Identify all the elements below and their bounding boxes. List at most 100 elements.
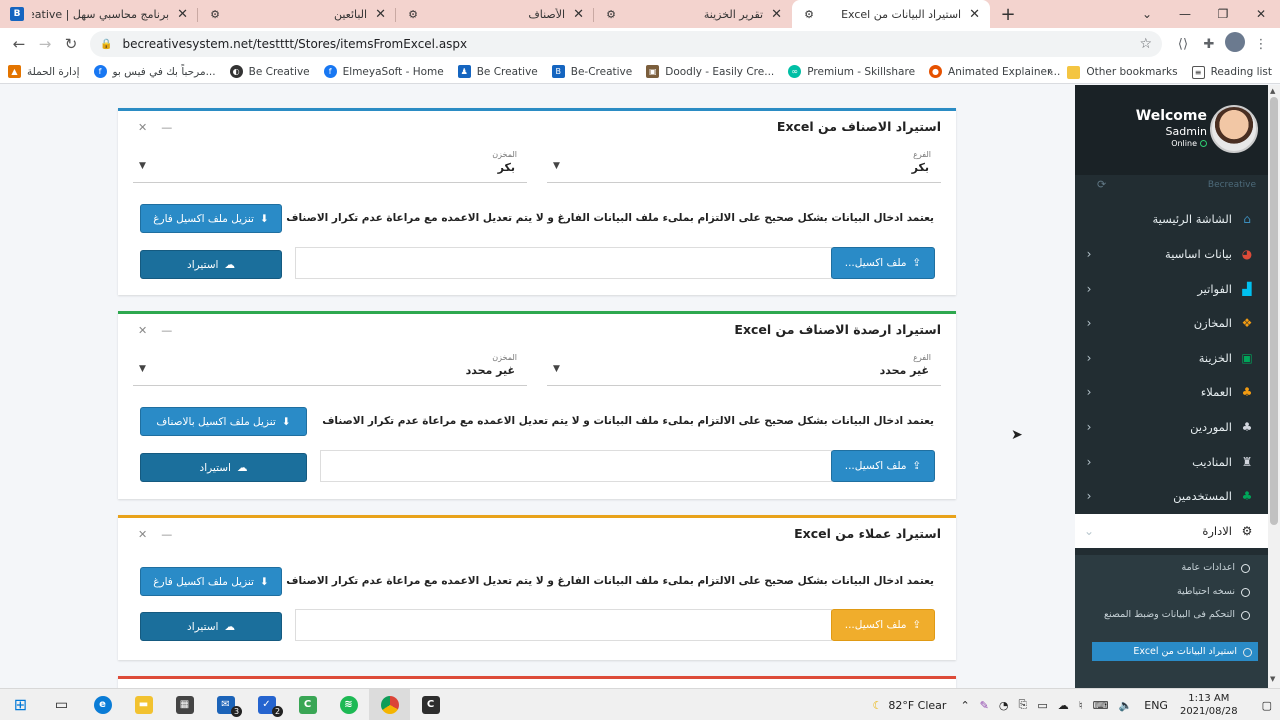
url-input[interactable]: 🔒 becreativesystem.net/testttt/Stores/it… xyxy=(90,31,1162,57)
close-icon[interactable]: ✕ xyxy=(573,7,584,22)
store-icon[interactable]: ▦ xyxy=(164,689,205,720)
choose-excel-file-button[interactable]: ⇪ ملف اكسيل... xyxy=(831,450,935,482)
download-items-excel-button[interactable]: ⬇ تنزيل ملف اكسيل بالاصناف xyxy=(140,407,307,436)
task-view-icon[interactable]: ▭ xyxy=(41,689,82,720)
branch-select[interactable]: الفرع بكر ▼ xyxy=(547,150,941,183)
submenu-item-backup[interactable]: نسخه احتياطية xyxy=(1090,586,1250,597)
reload-icon[interactable]: ↻ xyxy=(58,35,84,53)
puzzle-icon[interactable]: ✚ xyxy=(1196,37,1222,52)
scroll-up-icon[interactable]: ▲ xyxy=(1270,87,1275,95)
edge-icon[interactable]: e xyxy=(82,689,123,720)
usb-icon[interactable]: ⎘ xyxy=(1019,698,1028,712)
forward-icon[interactable]: → xyxy=(32,35,58,53)
pen-icon[interactable]: ✎ xyxy=(980,699,989,712)
camtasia-recorder-icon[interactable]: C xyxy=(410,689,451,720)
sidebar-item-stores[interactable]: ❖ المخازن ‹ xyxy=(1075,306,1268,340)
clock[interactable]: 1:13 AM 2021/08/28 xyxy=(1180,692,1238,718)
new-tab-icon[interactable]: + xyxy=(994,4,1022,25)
collapse-icon[interactable]: — xyxy=(161,121,172,134)
browser-tab[interactable]: ⚙ البائعين ✕ xyxy=(198,0,396,28)
close-icon[interactable]: ✕ xyxy=(771,7,782,22)
scroll-down-icon[interactable]: ▼ xyxy=(1270,675,1275,683)
other-bookmarks[interactable]: Other bookmarks xyxy=(1067,65,1178,79)
bookmark-item[interactable]: ∞ Premium - Skillshare xyxy=(788,65,915,78)
collapse-icon[interactable]: — xyxy=(161,528,172,541)
collapse-icon[interactable]: — xyxy=(161,324,172,337)
file-path-input[interactable] xyxy=(295,609,832,641)
download-empty-excel-button[interactable]: ⬇ تنزيل ملف اكسيل فارغ xyxy=(140,204,282,233)
submenu-item-data-control[interactable]: التحكم فى البيانات وضبط المصنع xyxy=(1090,609,1250,620)
remove-icon[interactable]: ✕ xyxy=(138,324,147,337)
import-button[interactable]: ☁ استيراد xyxy=(140,612,282,641)
bookmark-item[interactable]: ▲ إدارة الحملة xyxy=(8,65,80,78)
sidebar-item-administration[interactable]: ⚙ الادارة ⌄ xyxy=(1075,514,1268,548)
import-button[interactable]: ☁ استيراد xyxy=(140,250,282,279)
tab-search-icon[interactable]: ⌄ xyxy=(1128,7,1166,21)
notification-icon[interactable]: ▢ xyxy=(1262,699,1272,712)
maximize-icon[interactable]: ❐ xyxy=(1204,7,1242,21)
battery-icon[interactable]: ▭ xyxy=(1037,699,1047,712)
extension-icon[interactable]: ⟨⟩ xyxy=(1170,37,1196,52)
bookmark-item[interactable]: f ElmeyaSoft - Home xyxy=(323,65,444,78)
submenu-item-general-settings[interactable]: اعدادات عامة xyxy=(1090,562,1250,573)
bookmark-item[interactable]: ◐ Be Creative xyxy=(229,65,310,78)
browser-tab-active[interactable]: ⚙ استيراد البيانات من Excel ✕ xyxy=(792,0,990,28)
bookmark-item[interactable]: ♟ Be Creative xyxy=(457,65,538,78)
network-icon[interactable]: ◔ xyxy=(999,699,1009,712)
browser-tab[interactable]: B برنامج محاسبي سهل | Be Creative ✕ xyxy=(0,0,198,28)
sidebar-item-delegates[interactable]: ♜ المناديب ‹ xyxy=(1075,445,1268,479)
refresh-icon[interactable]: ⟳ xyxy=(1097,178,1106,191)
chrome-icon[interactable] xyxy=(369,688,410,720)
file-explorer-icon[interactable]: ▬ xyxy=(123,689,164,720)
remove-icon[interactable]: ✕ xyxy=(138,121,147,134)
volume-icon[interactable]: 🔈 xyxy=(1119,699,1133,712)
sidebar-item-basic-data[interactable]: ◕ بيانات اساسية ‹ xyxy=(1075,237,1268,271)
weather-text[interactable]: 82°F Clear xyxy=(888,699,946,712)
close-icon[interactable]: ✕ xyxy=(375,7,386,22)
windows-start-icon[interactable]: ⊞ xyxy=(0,689,41,720)
sidebar-item-users[interactable]: ♣ المستخدمين ‹ xyxy=(1075,479,1268,513)
sidebar-item-suppliers[interactable]: ♣ الموردين ‹ xyxy=(1075,410,1268,444)
page-scrollbar[interactable]: ▲ ▼ xyxy=(1268,85,1280,688)
download-empty-excel-button[interactable]: ⬇ تنزيل ملف اكسيل فارغ xyxy=(140,567,282,596)
back-icon[interactable]: ← xyxy=(6,35,32,53)
window-close-icon[interactable]: ✕ xyxy=(1242,7,1280,21)
file-path-input[interactable] xyxy=(320,450,832,482)
bookmark-item[interactable]: ▣ Doodly - Easily Cre... xyxy=(646,65,774,78)
bookmark-item[interactable]: B Be-Creative xyxy=(551,65,632,78)
store-select[interactable]: المخزن غير محدد ▼ xyxy=(133,353,527,386)
mail-icon[interactable]: ✉ 3 xyxy=(205,689,246,720)
sidebar-item-treasury[interactable]: ▣ الخزينة ‹ xyxy=(1075,341,1268,375)
close-icon[interactable]: ✕ xyxy=(177,7,188,22)
browser-tab[interactable]: ⚙ الأصناف ✕ xyxy=(396,0,594,28)
bookmark-item[interactable]: f مرحباً بك في فيس بو... xyxy=(93,65,216,78)
branch-select[interactable]: الفرع غير محدد ▼ xyxy=(547,353,941,386)
scrollbar-thumb[interactable] xyxy=(1270,97,1278,525)
sidebar-item-home[interactable]: ⌂ الشاشة الرئيسية xyxy=(1075,202,1268,236)
choose-excel-file-button[interactable]: ⇪ ملف اكسيل... xyxy=(831,247,935,279)
tray-overflow-icon[interactable]: ⌃ xyxy=(960,699,969,712)
import-button[interactable]: ☁ استيراد xyxy=(140,453,307,482)
camtasia-icon[interactable]: C xyxy=(287,689,328,720)
reading-list[interactable]: ≡ Reading list xyxy=(1191,65,1272,79)
store-select[interactable]: المخزن بكر ▼ xyxy=(133,150,527,183)
bookmark-star-icon[interactable]: ☆ xyxy=(1139,36,1152,52)
spotify-icon[interactable]: ≋ xyxy=(328,689,369,720)
language-indicator[interactable]: ENG xyxy=(1144,699,1168,712)
sidebar-item-customers[interactable]: ♣ العملاء ‹ xyxy=(1075,375,1268,409)
browser-tab[interactable]: ⚙ تقرير الخزينة ✕ xyxy=(594,0,792,28)
todo-icon[interactable]: ✓ 2 xyxy=(246,689,287,720)
profile-avatar[interactable] xyxy=(1222,32,1248,56)
close-icon[interactable]: ✕ xyxy=(969,7,980,22)
submenu-item-import-excel[interactable]: استيراد البيانات من Excel xyxy=(1092,642,1258,661)
remove-icon[interactable]: ✕ xyxy=(138,528,147,541)
choose-excel-file-button[interactable]: ⇪ ملف اكسيل... xyxy=(831,609,935,641)
minimize-icon[interactable]: — xyxy=(1166,7,1204,21)
menu-kebab-icon[interactable]: ⋮ xyxy=(1248,37,1274,52)
sidebar-item-invoices[interactable]: ▟ الفواتير ‹ xyxy=(1075,272,1268,306)
cloud-icon[interactable]: ☁ xyxy=(1058,699,1069,712)
mic-icon[interactable]: ♮ xyxy=(1079,699,1083,712)
keyboard-icon[interactable]: ⌨ xyxy=(1093,699,1109,712)
file-path-input[interactable] xyxy=(295,247,832,279)
bookmarks-overflow-icon[interactable]: » xyxy=(1047,66,1053,78)
